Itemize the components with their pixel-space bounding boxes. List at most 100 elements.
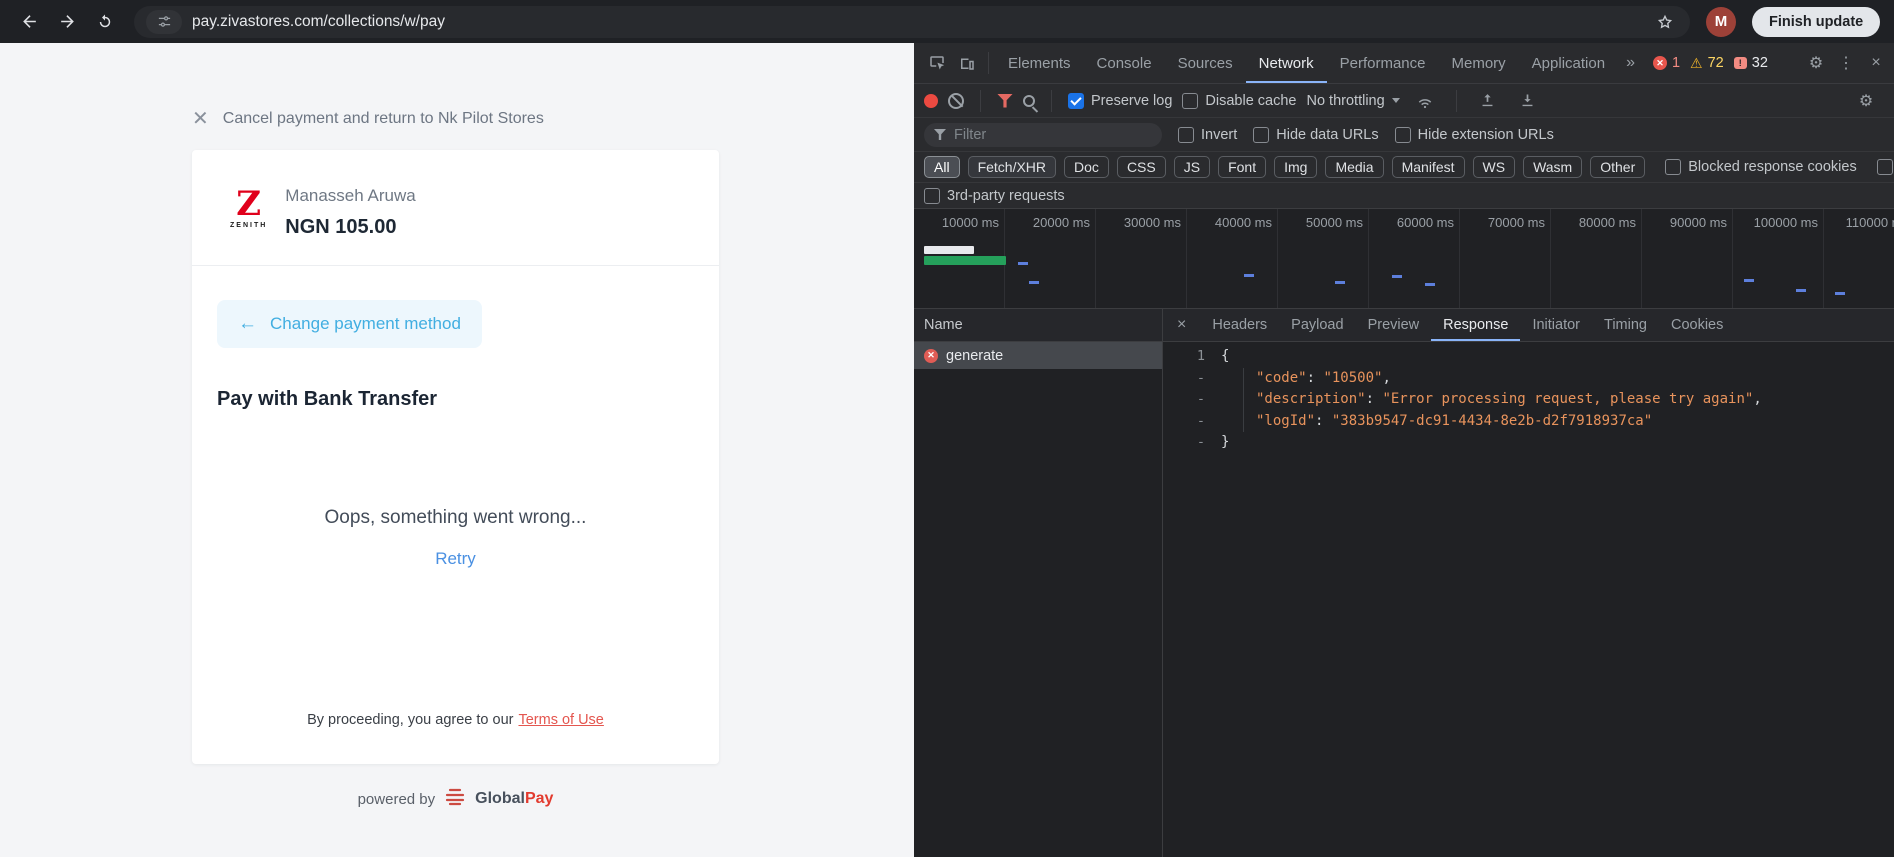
- close-detail-icon[interactable]: ×: [1163, 316, 1200, 334]
- disable-cache-checkbox[interactable]: Disable cache: [1182, 92, 1296, 109]
- table-row-generate[interactable]: generate: [914, 342, 1162, 369]
- third-party-requests-checkbox[interactable]: 3rd-party requests: [924, 187, 1065, 204]
- divider: [980, 89, 981, 112]
- terms-text: By proceeding, you agree to our: [307, 712, 514, 728]
- record-network-log-button[interactable]: [924, 93, 938, 108]
- detail-tab-timing[interactable]: Timing: [1592, 309, 1659, 341]
- chip-ws[interactable]: WS: [1472, 156, 1516, 178]
- json-value: "10500": [1323, 369, 1383, 386]
- bookmark-star-icon[interactable]: [1652, 13, 1678, 31]
- devtools-tab-memory[interactable]: Memory: [1439, 43, 1519, 83]
- devtools-tab-elements[interactable]: Elements: [995, 43, 1084, 83]
- network-timeline-overview[interactable]: 10000 ms 20000 ms 30000 ms 40000 ms 5000…: [914, 209, 1894, 309]
- payment-card: Z ZENITH Manasseh Aruwa NGN 105.00 ← Cha…: [192, 150, 719, 764]
- import-har-icon[interactable]: [1473, 87, 1503, 115]
- device-toolbar-icon[interactable]: [952, 49, 982, 77]
- blocked-response-cookies-checkbox[interactable]: Blocked response cookies: [1665, 159, 1857, 175]
- devtools-tab-performance[interactable]: Performance: [1327, 43, 1439, 83]
- reload-icon[interactable]: [88, 5, 122, 39]
- chip-doc[interactable]: Doc: [1064, 156, 1109, 178]
- preserve-log-checkbox[interactable]: Preserve log: [1068, 92, 1172, 109]
- url-text[interactable]: pay.zivastores.com/collections/w/pay: [192, 13, 1642, 31]
- hide-extension-urls-checkbox[interactable]: Hide extension URLs: [1394, 126, 1554, 143]
- forward-icon[interactable]: [50, 5, 84, 39]
- json-comma: ,: [1753, 391, 1762, 407]
- site-settings-icon[interactable]: [146, 9, 182, 34]
- detail-tab-headers[interactable]: Headers: [1200, 309, 1279, 341]
- line-number: -: [1196, 391, 1205, 407]
- globalpay-logo-icon: [444, 787, 466, 811]
- checkbox-unchecked-icon: [1394, 126, 1411, 143]
- timeline-label: 20000 ms: [1032, 215, 1090, 230]
- checkbox-unchecked-icon: [1178, 126, 1194, 143]
- chip-js[interactable]: JS: [1173, 156, 1211, 178]
- globalpay-wordmark: GlobalPay: [475, 790, 553, 808]
- close-devtools-icon[interactable]: ×: [1862, 49, 1890, 77]
- chip-media[interactable]: Media: [1325, 156, 1384, 178]
- devtools-window-controls: ⚙ ⋮ ×: [1802, 49, 1894, 77]
- finish-update-button[interactable]: Finish update: [1752, 6, 1881, 37]
- kebab-menu-icon[interactable]: ⋮: [1832, 49, 1860, 77]
- code-line: - }: [1163, 432, 1894, 454]
- checkbox-unchecked-icon: [1876, 159, 1893, 175]
- export-har-icon[interactable]: [1513, 87, 1543, 115]
- timeline-column: 100000 ms: [1733, 209, 1824, 308]
- settings-gear-icon[interactable]: ⚙: [1802, 49, 1830, 77]
- chip-fetch-xhr[interactable]: Fetch/XHR: [967, 156, 1057, 178]
- profile-avatar[interactable]: M: [1706, 6, 1736, 37]
- search-icon[interactable]: [1023, 94, 1035, 107]
- inspect-element-icon[interactable]: [922, 49, 952, 77]
- chip-css[interactable]: CSS: [1116, 156, 1166, 178]
- detail-tab-response[interactable]: Response: [1431, 309, 1520, 341]
- filter-toggle-icon[interactable]: [997, 93, 1013, 108]
- timeline-bar-green: [924, 256, 1006, 265]
- cancel-payment-link[interactable]: ✕ Cancel payment and return to Nk Pilot …: [192, 109, 544, 129]
- line-number: -: [1196, 434, 1205, 450]
- chip-manifest[interactable]: Manifest: [1391, 156, 1465, 178]
- chip-img[interactable]: Img: [1274, 156, 1318, 178]
- issues-badge[interactable]: 32: [1733, 55, 1768, 71]
- back-icon[interactable]: [12, 5, 46, 39]
- chip-other[interactable]: Other: [1590, 156, 1646, 178]
- clear-network-log-icon[interactable]: [948, 92, 964, 109]
- page-title: Pay with Bank Transfer: [217, 388, 438, 410]
- blocked-response-cookies-label: Blocked response cookies: [1688, 159, 1857, 175]
- json-comma: ,: [1382, 369, 1391, 386]
- devtools-tab-network[interactable]: Network: [1246, 43, 1327, 83]
- hide-data-urls-checkbox[interactable]: Hide data URLs: [1253, 126, 1379, 143]
- chip-all[interactable]: All: [924, 156, 960, 178]
- devtools-tab-application[interactable]: Application: [1519, 43, 1618, 83]
- terms-of-use-link[interactable]: Terms of Use: [518, 712, 603, 728]
- warnings-badge[interactable]: ⚠ 72: [1690, 55, 1724, 72]
- timeline-column: 90000 ms: [1642, 209, 1733, 308]
- detail-tab-preview[interactable]: Preview: [1356, 309, 1432, 341]
- hide-extension-urls-label: Hide extension URLs: [1417, 126, 1554, 143]
- chip-wasm[interactable]: Wasm: [1523, 156, 1583, 178]
- divider: [988, 52, 989, 74]
- chip-font[interactable]: Font: [1218, 156, 1267, 178]
- issues-count: 32: [1751, 55, 1768, 71]
- network-settings-gear-icon[interactable]: ⚙: [1852, 87, 1880, 115]
- detail-tab-initiator[interactable]: Initiator: [1520, 309, 1592, 341]
- checkbox-unchecked-icon: [1253, 126, 1270, 143]
- errors-badge[interactable]: 1: [1652, 55, 1680, 71]
- filter-input[interactable]: [954, 126, 1152, 143]
- customer-info: Manasseh Aruwa NGN 105.00: [285, 186, 415, 239]
- invert-checkbox[interactable]: Invert: [1178, 126, 1237, 143]
- devtools-tab-sources[interactable]: Sources: [1165, 43, 1246, 83]
- blocked-requests-checkbox[interactable]: Blocked requests: [1876, 159, 1894, 175]
- network-conditions-icon[interactable]: [1410, 87, 1440, 115]
- throttling-dropdown[interactable]: No throttling: [1306, 93, 1400, 109]
- more-tabs-icon[interactable]: »: [1618, 54, 1643, 72]
- name-column-header[interactable]: Name: [914, 309, 1162, 342]
- url-bar[interactable]: pay.zivastores.com/collections/w/pay: [134, 5, 1690, 38]
- timeline-column: 40000 ms: [1187, 209, 1278, 308]
- retry-link[interactable]: Retry: [435, 549, 476, 569]
- filter-input-box[interactable]: [924, 122, 1162, 147]
- code-line: - "description": "Error processing reque…: [1163, 389, 1894, 411]
- change-payment-method-button[interactable]: ← Change payment method: [217, 300, 482, 348]
- payment-amount: NGN 105.00: [285, 216, 397, 238]
- detail-tab-cookies[interactable]: Cookies: [1659, 309, 1735, 341]
- devtools-tab-console[interactable]: Console: [1084, 43, 1165, 83]
- detail-tab-payload[interactable]: Payload: [1279, 309, 1355, 341]
